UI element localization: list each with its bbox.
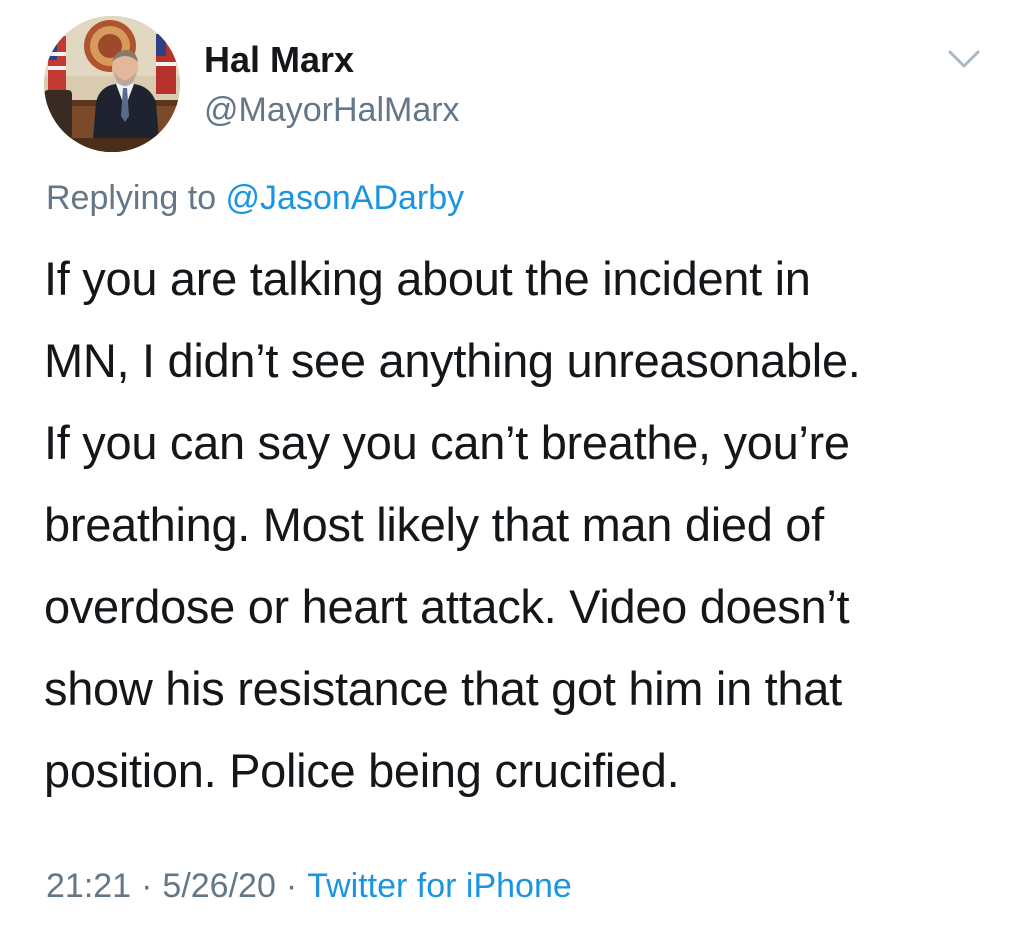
author-name[interactable]: Hal Marx — [204, 38, 354, 82]
avatar[interactable] — [44, 16, 180, 152]
separator-dot: · — [285, 867, 298, 905]
tweet-source-link[interactable]: Twitter for iPhone — [307, 867, 572, 905]
tweet-text-line: If you can say you can’t breathe, you’re — [44, 416, 850, 469]
tweet-date[interactable]: 5/26/20 — [162, 867, 275, 905]
tweet-text-line: MN, I didn’t see anything unreasonable. — [44, 334, 861, 387]
tweet-text: If you are talking about the incident in… — [44, 238, 1004, 812]
replying-to: Replying to @JasonADarby — [46, 176, 464, 220]
tweet-time[interactable]: 21:21 — [46, 867, 131, 905]
chevron-down-icon — [948, 50, 980, 68]
avatar-photo-icon — [44, 16, 180, 152]
tweet-text-line: If you are talking about the incident in — [44, 252, 811, 305]
reply-mention-link[interactable]: @JasonADarby — [226, 179, 465, 217]
tweet: Hal Marx @MayorHalMarx Replying to @Jaso… — [0, 0, 1024, 925]
separator-dot: · — [141, 867, 153, 905]
tweet-text-line: overdose or heart attack. Video doesn’t — [44, 580, 850, 633]
tweet-menu-button[interactable] — [944, 44, 984, 74]
tweet-text-line: show his resistance that got him in that — [44, 662, 842, 715]
replying-to-label: Replying to — [46, 179, 226, 217]
tweet-text-line: position. Police being crucified. — [44, 744, 680, 797]
tweet-metadata: 21:21 · 5/26/20 · Twitter for iPhone — [46, 862, 572, 910]
author-handle[interactable]: @MayorHalMarx — [204, 88, 460, 132]
tweet-text-line: breathing. Most likely that man died of — [44, 498, 824, 551]
